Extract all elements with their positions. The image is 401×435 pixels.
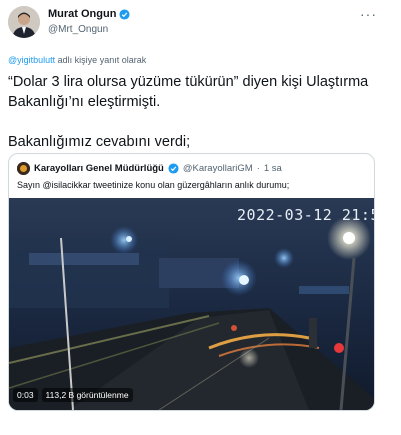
quoted-verified-badge-icon: [168, 163, 179, 174]
author-avatar[interactable]: [8, 6, 40, 38]
reply-context-suffix: adlı kişiye yanıt olarak: [55, 55, 147, 65]
more-options-icon[interactable]: ···: [360, 6, 377, 22]
tweet[interactable]: Murat Ongun @Mrt_Ongun ··· @yigitbulutt …: [0, 0, 401, 435]
traffic-camera-frame: [9, 198, 374, 410]
reply-mention-link[interactable]: @yigitbulutt: [8, 55, 55, 65]
video-info-bar: 0:03 113,2 B görüntülenme: [13, 388, 133, 402]
quoted-handle[interactable]: @KarayollariGM: [183, 163, 253, 174]
quoted-tweet[interactable]: Karayolları Genel Müdürlüğü @Karayollari…: [8, 153, 375, 411]
quoted-separator: ·: [256, 163, 260, 174]
camera-timestamp: 2022-03-12 21:5: [237, 206, 374, 224]
quoted-header: Karayolları Genel Müdürlüğü @Karayollari…: [17, 162, 282, 175]
quoted-avatar[interactable]: [17, 162, 30, 175]
verified-badge-icon: [119, 8, 130, 20]
tweet-paragraph-1: “Dolar 3 lira olursa yüzüme tükürün” diy…: [8, 74, 369, 110]
author-name[interactable]: Murat Ongun: [48, 8, 116, 20]
reply-context: @yigitbulutt adlı kişiye yanıt olarak: [8, 55, 146, 65]
tweet-paragraph-2: Bakanlığımız cevabını verdi;: [8, 134, 191, 150]
quoted-text: Sayın @isilacikkar tweetinize konu olan …: [17, 180, 290, 190]
video-player[interactable]: 2022-03-12 21:5 0:03 113,2 B görüntülenm…: [9, 198, 374, 410]
author-name-row[interactable]: Murat Ongun: [48, 8, 130, 20]
quoted-age[interactable]: 1 sa: [264, 163, 282, 174]
author-handle[interactable]: @Mrt_Ongun: [48, 24, 108, 35]
quoted-name[interactable]: Karayolları Genel Müdürlüğü: [34, 163, 164, 174]
video-view-count: 113,2 B görüntülenme: [41, 388, 133, 402]
tweet-text: “Dolar 3 lira olursa yüzüme tükürün” diy…: [8, 72, 378, 152]
video-elapsed-time: 0:03: [13, 388, 38, 402]
